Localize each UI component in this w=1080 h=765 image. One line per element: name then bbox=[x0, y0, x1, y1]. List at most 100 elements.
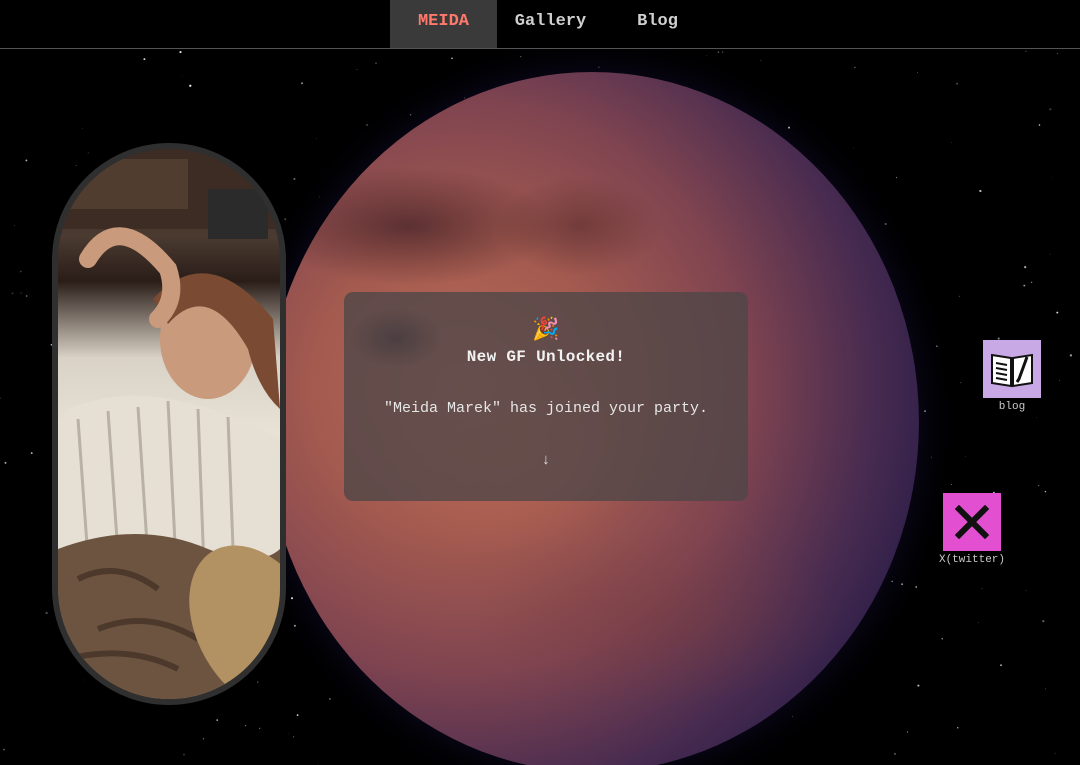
star bbox=[1030, 281, 1033, 283]
scroll-down-arrow-icon[interactable]: ↓ bbox=[344, 452, 748, 469]
star bbox=[1044, 490, 1047, 493]
star bbox=[895, 176, 898, 179]
star bbox=[1038, 485, 1040, 487]
star bbox=[1052, 176, 1054, 178]
star bbox=[20, 292, 22, 294]
star bbox=[722, 51, 724, 53]
star bbox=[329, 698, 331, 700]
dialog-message: "Meida Marek" has joined your party. bbox=[383, 400, 709, 417]
star bbox=[366, 123, 369, 126]
star bbox=[25, 295, 28, 297]
star bbox=[1023, 284, 1026, 287]
star bbox=[917, 684, 920, 687]
star bbox=[1069, 354, 1073, 357]
star bbox=[1000, 664, 1002, 667]
star bbox=[75, 165, 77, 166]
star bbox=[901, 583, 904, 586]
star bbox=[1024, 266, 1027, 269]
star bbox=[981, 588, 983, 590]
star bbox=[965, 456, 967, 457]
star bbox=[706, 55, 708, 56]
star bbox=[1056, 311, 1059, 314]
star bbox=[1042, 619, 1045, 623]
star bbox=[202, 738, 204, 740]
unlock-dialog: 🎉 New GF Unlocked! "Meida Marek" has joi… bbox=[344, 292, 748, 501]
star bbox=[956, 82, 958, 85]
star bbox=[788, 126, 790, 129]
nav-item-blog[interactable]: Blog bbox=[604, 0, 711, 48]
desktop-icon-label: X(twitter) bbox=[938, 554, 1005, 566]
star bbox=[950, 484, 952, 485]
star bbox=[256, 681, 259, 683]
star bbox=[936, 345, 938, 347]
star bbox=[315, 137, 317, 139]
star bbox=[287, 733, 289, 735]
star bbox=[11, 292, 14, 295]
star bbox=[1049, 108, 1052, 111]
party-popper-icon: 🎉 bbox=[532, 317, 560, 342]
star bbox=[1035, 417, 1037, 419]
star bbox=[189, 84, 192, 87]
star bbox=[82, 679, 84, 681]
top-navigation: MEIDA Gallery Blog bbox=[0, 0, 1080, 49]
nav-item-gallery[interactable]: Gallery bbox=[497, 0, 604, 48]
dialog-title: New GF Unlocked! bbox=[466, 348, 626, 366]
star bbox=[760, 59, 762, 61]
star bbox=[284, 218, 287, 221]
star bbox=[30, 452, 33, 455]
star bbox=[45, 611, 48, 615]
star bbox=[4, 461, 7, 464]
star bbox=[375, 62, 377, 64]
star bbox=[1059, 379, 1060, 381]
star bbox=[923, 410, 927, 413]
desktop-icon-blog[interactable]: blog bbox=[978, 340, 1046, 413]
desktop-icon-x-twitter[interactable]: X(twitter) bbox=[934, 493, 1010, 566]
star bbox=[978, 622, 980, 623]
nav-item-meida[interactable]: MEIDA bbox=[390, 0, 497, 48]
star bbox=[87, 152, 89, 154]
star bbox=[979, 189, 982, 193]
star bbox=[290, 597, 294, 600]
star bbox=[960, 381, 962, 384]
star bbox=[792, 715, 793, 717]
star bbox=[409, 113, 412, 116]
open-book-pen-icon bbox=[983, 340, 1041, 398]
star bbox=[1025, 50, 1027, 52]
star bbox=[181, 76, 183, 78]
star bbox=[293, 624, 296, 627]
profile-photo bbox=[52, 143, 286, 705]
star bbox=[183, 754, 185, 756]
star bbox=[292, 736, 295, 738]
star bbox=[891, 580, 893, 583]
star bbox=[930, 456, 932, 458]
star bbox=[14, 224, 15, 226]
star bbox=[1045, 688, 1047, 690]
star bbox=[293, 177, 296, 181]
star bbox=[81, 127, 83, 129]
star bbox=[356, 69, 358, 71]
star bbox=[244, 724, 247, 727]
x-logo-icon bbox=[943, 493, 1001, 551]
star bbox=[301, 82, 303, 85]
star bbox=[216, 719, 219, 721]
star bbox=[1049, 253, 1051, 255]
star bbox=[259, 727, 261, 729]
star bbox=[884, 222, 887, 226]
star bbox=[1038, 124, 1041, 126]
star bbox=[598, 66, 600, 68]
star bbox=[1054, 752, 1056, 754]
star bbox=[917, 71, 918, 73]
star bbox=[0, 397, 1, 400]
star bbox=[520, 56, 522, 58]
star bbox=[717, 51, 720, 53]
star bbox=[894, 752, 896, 755]
star bbox=[25, 159, 28, 162]
star bbox=[950, 142, 952, 143]
star bbox=[317, 763, 319, 765]
star bbox=[451, 57, 453, 60]
star bbox=[853, 147, 855, 149]
star bbox=[957, 727, 959, 729]
star bbox=[3, 748, 5, 751]
star bbox=[296, 714, 299, 716]
star bbox=[19, 270, 22, 273]
